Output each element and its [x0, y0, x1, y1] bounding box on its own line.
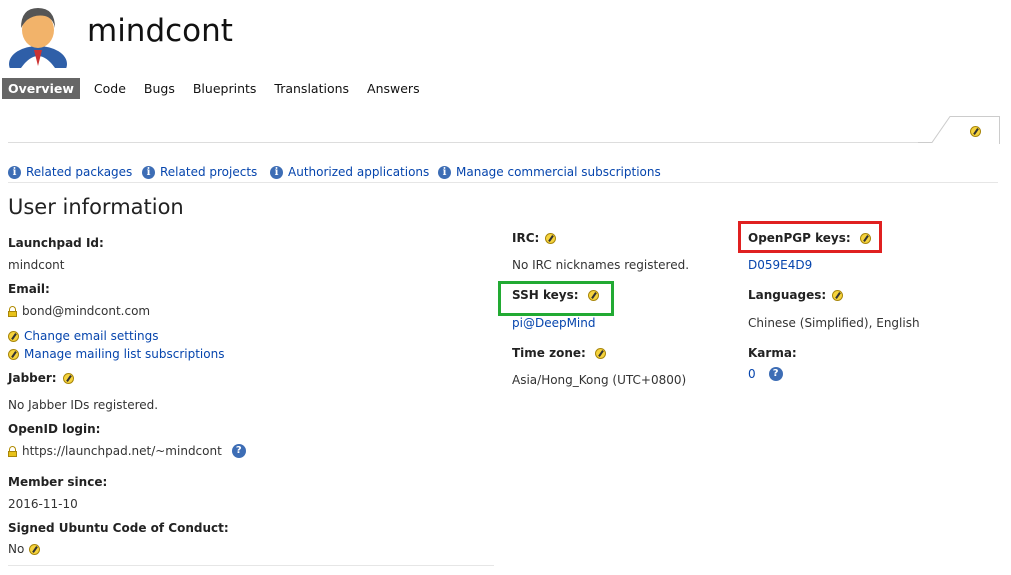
manage-mailing-label: Manage mailing list subscriptions: [24, 347, 225, 361]
authorized-applications-link[interactable]: i Authorized applications: [270, 165, 429, 179]
tab-code[interactable]: Code: [85, 78, 135, 99]
coc-text: No: [8, 542, 25, 556]
tab-blueprints[interactable]: Blueprints: [184, 78, 266, 99]
jabber-value: No Jabber IDs registered.: [8, 398, 159, 412]
section-heading: User information: [8, 195, 184, 219]
member-since-label: Member since:: [8, 475, 107, 489]
manage-mailing-link[interactable]: Manage mailing list subscriptions: [8, 347, 224, 361]
coc-label: Signed Ubuntu Code of Conduct:: [8, 521, 229, 535]
timezone-value: Asia/Hong_Kong (UTC+0800): [512, 373, 687, 387]
info-icon: i: [8, 165, 21, 179]
karma-link[interactable]: 0: [748, 367, 756, 381]
email-label-text: Email:: [8, 282, 50, 296]
karma-label: Karma:: [748, 346, 797, 360]
member-since-label-text: Member since:: [8, 475, 108, 489]
main-nav: Overview Code Bugs Blueprints Translatio…: [2, 78, 429, 99]
pencil-icon: [8, 348, 19, 360]
divider: [8, 182, 998, 183]
jabber-label: Jabber:: [8, 371, 74, 385]
info-icon: i: [270, 165, 283, 179]
tab-bugs[interactable]: Bugs: [135, 78, 184, 99]
info-icon: i: [142, 165, 155, 179]
edit-page-icon[interactable]: [970, 126, 981, 137]
openid-text: https://launchpad.net/~mindcont: [22, 444, 222, 458]
edit-tab: [918, 116, 1000, 144]
openid-label-text: OpenID login:: [8, 422, 101, 436]
change-email-label: Change email settings: [24, 329, 159, 343]
tab-overview[interactable]: Overview: [2, 78, 80, 99]
timezone-label-text: Time zone:: [512, 346, 586, 360]
info-icon: i: [438, 165, 451, 179]
commercial-subscriptions-link[interactable]: i Manage commercial subscriptions: [438, 165, 661, 179]
related-projects-label: Related projects: [160, 165, 258, 179]
launchpad-id-value: mindcont: [8, 258, 65, 272]
openpgp-key-text: D059E4D9: [748, 258, 813, 272]
edit-irc-icon[interactable]: [545, 232, 557, 244]
related-packages-label: Related packages: [26, 165, 133, 179]
ssh-key-text: pi@DeepMind: [512, 316, 596, 330]
lock-icon: [8, 445, 17, 457]
pencil-icon: [8, 330, 19, 342]
help-icon[interactable]: ?: [231, 444, 246, 458]
launchpad-id-label-text: Launchpad Id:: [8, 236, 104, 250]
change-email-link[interactable]: Change email settings: [8, 329, 159, 343]
edit-coc-icon[interactable]: [29, 543, 41, 555]
openid-label: OpenID login:: [8, 422, 100, 436]
edit-timezone-icon[interactable]: [594, 347, 606, 359]
member-since-value: 2016-11-10: [8, 497, 78, 511]
page-title: mindcont: [87, 13, 233, 49]
ssh-key-link[interactable]: pi@DeepMind: [512, 316, 595, 330]
karma-label-text: Karma:: [748, 346, 797, 360]
edit-languages-icon[interactable]: [832, 289, 844, 301]
coc-value: No: [8, 542, 41, 556]
irc-label: IRC:: [512, 231, 557, 245]
authorized-applications-label: Authorized applications: [288, 165, 430, 179]
ssh-highlight-box: [498, 281, 614, 316]
help-icon[interactable]: ?: [768, 367, 783, 381]
languages-label-text: Languages:: [748, 288, 827, 302]
openid-value: https://launchpad.net/~mindcont ?: [8, 444, 246, 458]
email-label: Email:: [8, 282, 50, 296]
edit-jabber-icon[interactable]: [62, 372, 74, 384]
launchpad-id-label: Launchpad Id:: [8, 236, 104, 250]
irc-label-text: IRC:: [512, 231, 540, 245]
timezone-label: Time zone:: [512, 346, 606, 360]
tab-answers[interactable]: Answers: [358, 78, 429, 99]
related-projects-link[interactable]: i Related projects: [142, 165, 257, 179]
jabber-label-text: Jabber:: [8, 371, 57, 385]
related-packages-link[interactable]: i Related packages: [8, 165, 132, 179]
languages-label: Languages:: [748, 288, 844, 302]
divider: [8, 142, 920, 143]
tab-translations[interactable]: Translations: [265, 78, 358, 99]
irc-value: No IRC nicknames registered.: [512, 258, 690, 272]
email-text: bond@mindcont.com: [22, 304, 151, 318]
languages-value: Chinese (Simplified), English: [748, 316, 920, 330]
coc-label-text: Signed Ubuntu Code of Conduct:: [8, 521, 229, 535]
divider: [8, 565, 494, 566]
commercial-subscriptions-label: Manage commercial subscriptions: [456, 165, 661, 179]
lock-icon: [8, 305, 17, 317]
karma-value: 0 ?: [748, 367, 783, 381]
user-avatar: [9, 8, 67, 68]
openpgp-key-link[interactable]: D059E4D9: [748, 258, 812, 272]
openpgp-highlight-box: [738, 221, 882, 253]
email-value: bond@mindcont.com: [8, 304, 150, 318]
